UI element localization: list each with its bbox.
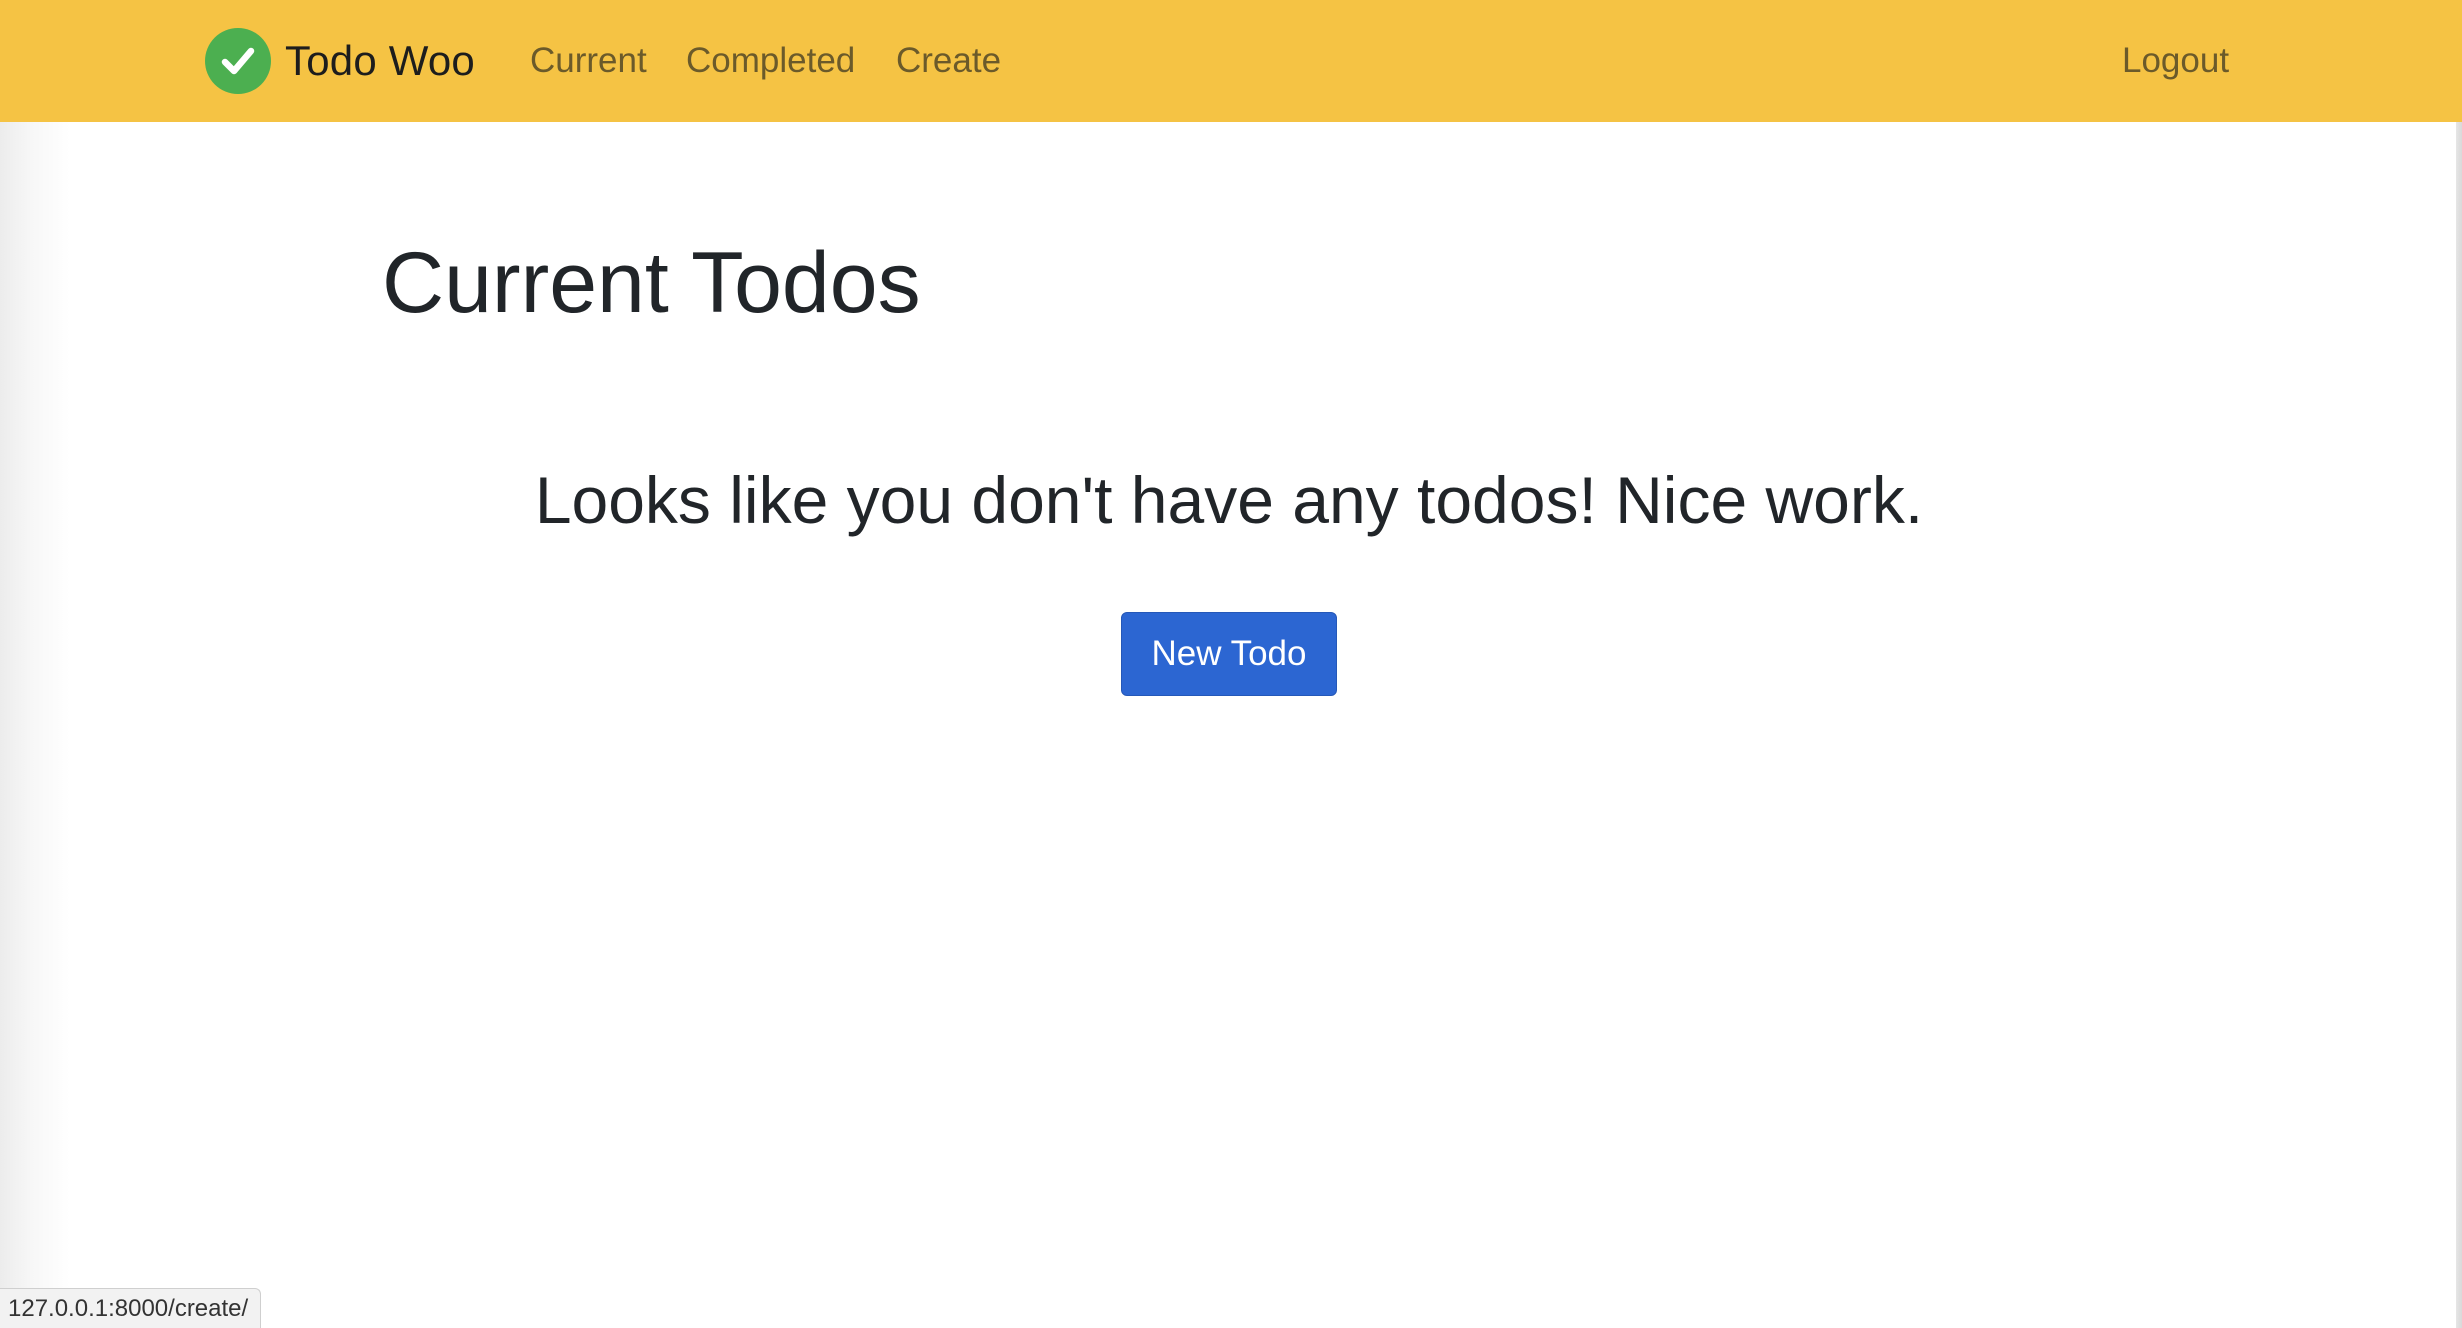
navbar: Todo Woo Current Completed Create Logout [0, 0, 2462, 122]
status-bar-url: 127.0.0.1:8000/create/ [0, 1288, 262, 1328]
brand-link[interactable]: Todo Woo [205, 28, 475, 94]
page: Todo Woo Current Completed Create Logout… [0, 0, 2462, 1328]
new-todo-button[interactable]: New Todo [1121, 612, 1337, 696]
check-circle-icon [205, 28, 271, 94]
page-title: Current Todos [382, 235, 921, 331]
window-edge [2456, 0, 2462, 1328]
nav-current[interactable]: Current [530, 38, 647, 84]
nav-logout[interactable]: Logout [2122, 38, 2229, 84]
nav-create[interactable]: Create [896, 38, 1001, 84]
nav-completed[interactable]: Completed [686, 38, 855, 84]
window-shadow [0, 122, 70, 1328]
brand-name: Todo Woo [285, 37, 475, 84]
empty-state-message: Looks like you don't have any todos! Nic… [534, 463, 1924, 537]
